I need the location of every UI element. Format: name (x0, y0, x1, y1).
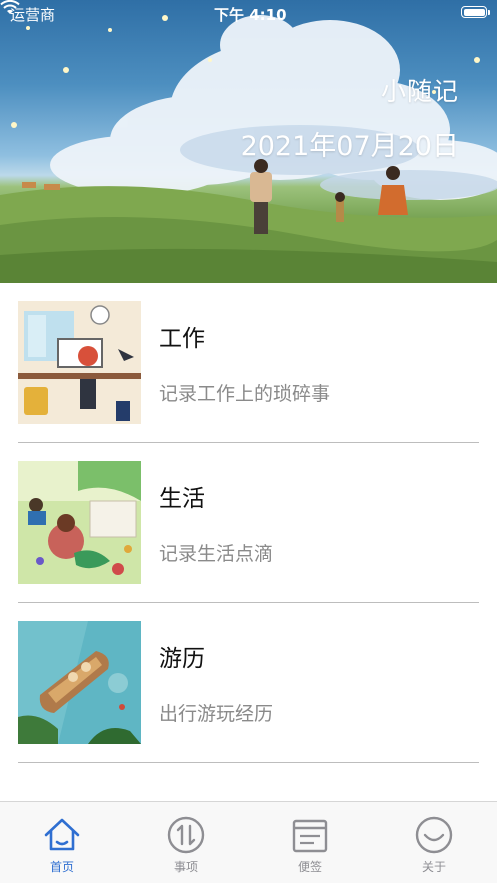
category-title: 生活 (159, 486, 205, 512)
category-item-work[interactable]: 工作 记录工作上的琐碎事 (18, 283, 479, 443)
tab-label: 事项 (173, 860, 198, 874)
family-picnic-illustration (18, 461, 141, 584)
boat-travel-illustration (18, 621, 141, 744)
tab-label: 便签 (297, 860, 322, 874)
category-item-travel[interactable]: 游历 出行游玩经历 (18, 603, 479, 763)
tab-label: 首页 (49, 860, 74, 874)
tab-about[interactable]: 关于 (372, 802, 496, 884)
category-description: 出行游玩经历 (159, 703, 274, 725)
status-time: 下午 4:10 (214, 6, 287, 24)
category-title: 游历 (159, 646, 205, 672)
app-title: 小随记 (380, 77, 459, 106)
tab-label: 关于 (421, 860, 446, 874)
tab-tasks[interactable]: 事项 (124, 802, 248, 884)
header-banner: 运营商 下午 4:10 小随记 2021年07月20日 (0, 0, 497, 283)
tab-home[interactable]: 首页 (0, 802, 124, 884)
smile-icon (415, 816, 453, 854)
category-description: 记录工作上的琐碎事 (159, 383, 331, 405)
battery-icon (461, 6, 490, 18)
current-date: 2021年07月20日 (240, 131, 459, 162)
category-item-life[interactable]: 生活 记录生活点滴 (18, 443, 479, 603)
category-title: 工作 (159, 326, 205, 352)
wifi-icon (0, 0, 20, 14)
home-icon (44, 818, 80, 851)
status-bar: 运营商 下午 4:10 (0, 0, 497, 28)
transfer-arrows-icon (167, 816, 205, 854)
tab-notes[interactable]: 便签 (248, 802, 372, 884)
notepad-icon (292, 819, 328, 853)
office-illustration (18, 301, 141, 424)
category-description: 记录生活点滴 (159, 543, 274, 565)
tab-bar: 首页 事项 便签 关于 (0, 801, 497, 883)
